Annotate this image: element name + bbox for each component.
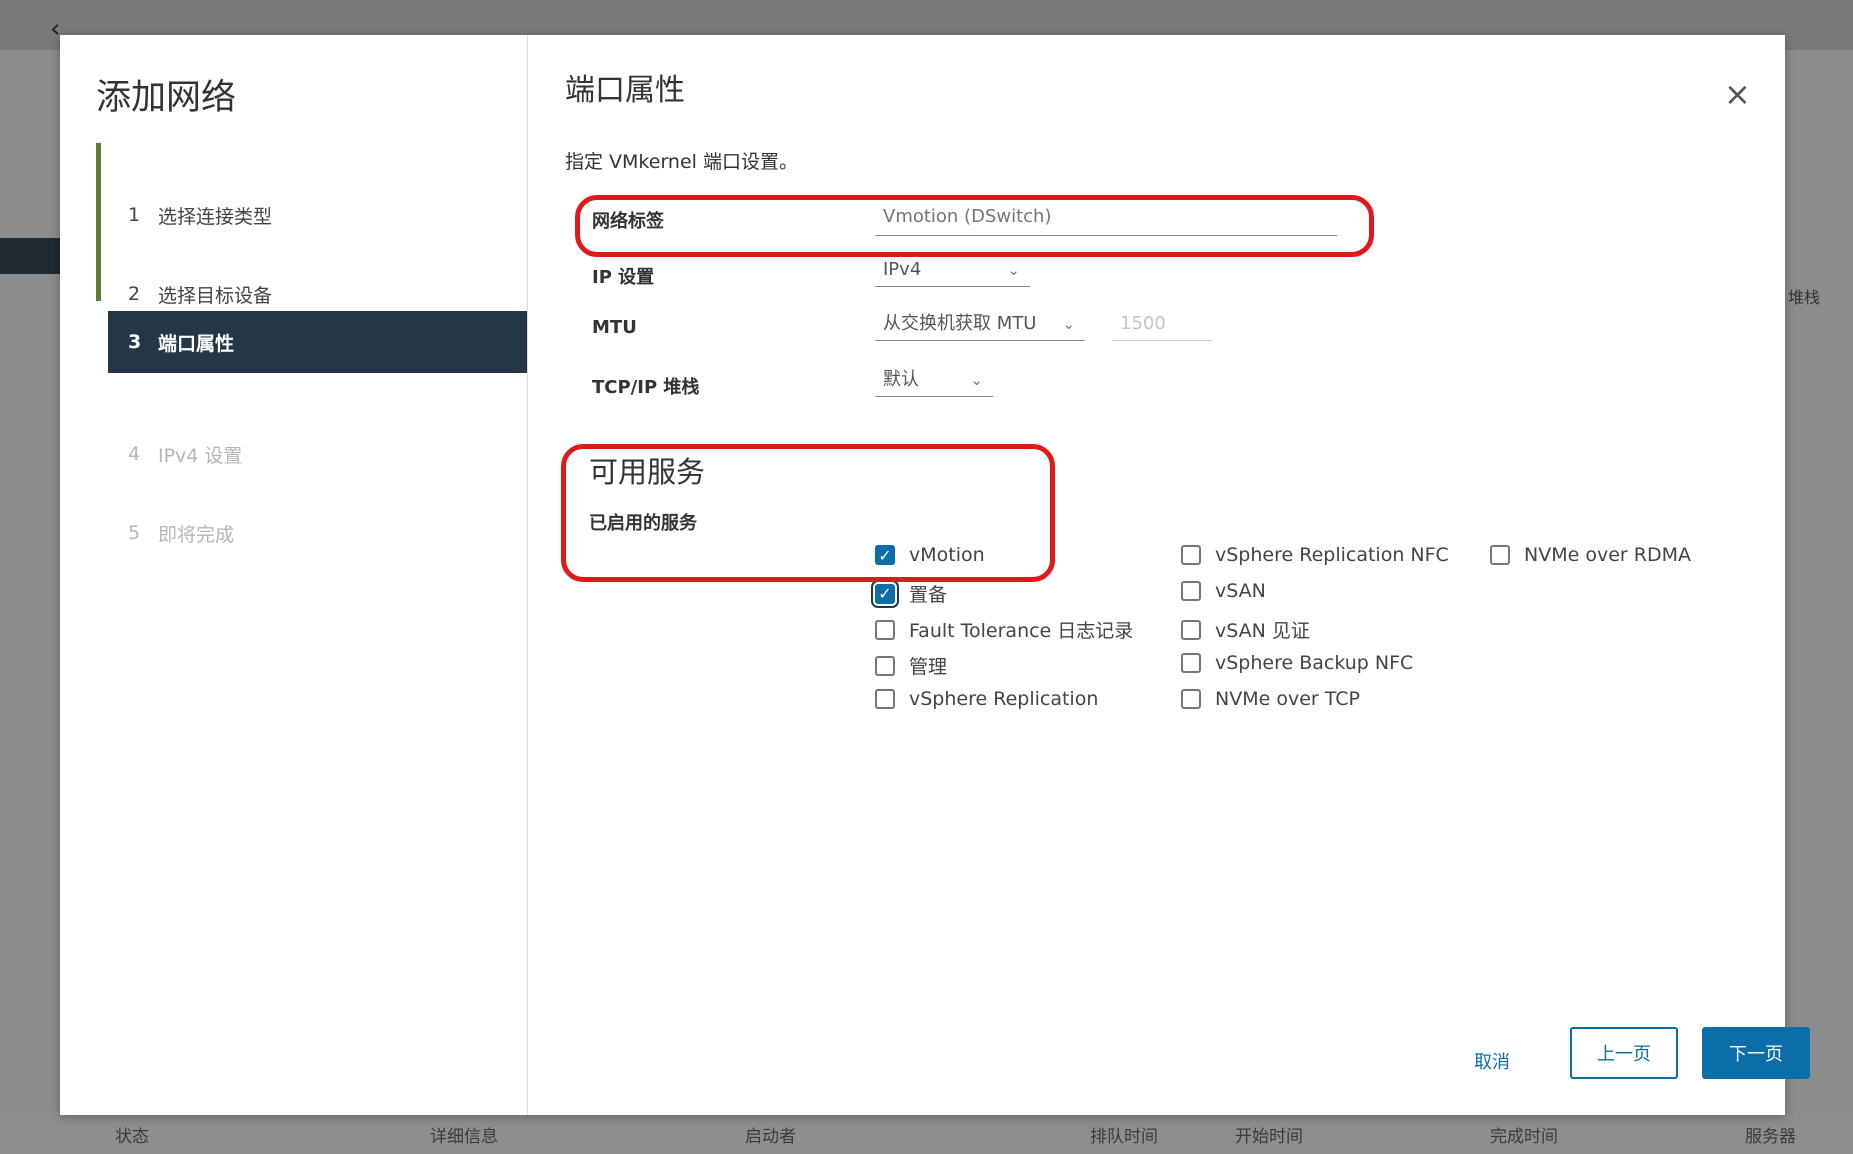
service-label: vSAN — [1215, 580, 1266, 602]
wizard-title: 添加网络 — [96, 78, 237, 118]
ip-settings-label: IP 设置 — [592, 267, 655, 288]
step-number: 3 — [128, 331, 142, 353]
service-label: vSphere Replication — [909, 688, 1099, 710]
tcpip-stack-value: 默认 — [883, 369, 919, 390]
service-nvme-over-rdma[interactable]: NVMe over RDMA — [1490, 544, 1691, 566]
back-button[interactable]: 上一页 — [1570, 1027, 1678, 1079]
checkbox-icon[interactable] — [1490, 545, 1510, 565]
close-icon[interactable]: × — [1724, 75, 1751, 113]
service-label: 置备 — [909, 584, 948, 606]
step-number: 5 — [128, 522, 141, 544]
step-number: 4 — [128, 443, 141, 465]
bg-col-status: 状态 — [115, 1127, 149, 1147]
service-label: vSAN 见证 — [1215, 620, 1310, 642]
checkbox-icon[interactable] — [1181, 545, 1201, 565]
page-title: 端口属性 — [565, 73, 685, 108]
background-dark-strip — [0, 238, 60, 274]
chevron-down-icon: ⌄ — [1007, 261, 1020, 279]
service-fault-tolerance[interactable]: Fault Tolerance 日志记录 — [875, 616, 1133, 643]
completed-steps-indicator — [96, 143, 101, 301]
ip-settings-value: IPv4 — [883, 259, 922, 280]
background-task-table-header: 状态 详细信息 启动者 排队时间 开始时间 完成时间 服务器 — [0, 1112, 1853, 1154]
step-label: 即将完成 — [158, 523, 235, 546]
service-label: Fault Tolerance 日志记录 — [909, 620, 1134, 642]
checkbox-icon[interactable] — [1181, 619, 1201, 640]
step-label: 选择连接类型 — [158, 205, 273, 228]
chevron-down-icon: ⌄ — [1062, 315, 1075, 333]
step-select-connection-type[interactable]: 1 选择连接类型 — [108, 184, 527, 246]
service-provisioning[interactable]: ✓ 置备 — [875, 580, 947, 607]
service-management[interactable]: 管理 — [875, 652, 947, 679]
step-port-properties[interactable]: 3 端口属性 — [108, 311, 527, 373]
bg-col-queued: 排队时间 — [1090, 1127, 1158, 1147]
service-label: NVMe over TCP — [1215, 688, 1360, 710]
step-number: 1 — [128, 204, 141, 226]
checkbox-icon[interactable] — [1181, 581, 1201, 601]
checkbox-checked-icon[interactable]: ✓ — [875, 583, 895, 604]
checkbox-icon[interactable] — [875, 689, 895, 709]
bg-col-end: 完成时间 — [1490, 1127, 1558, 1147]
bg-col-server: 服务器 — [1745, 1127, 1796, 1147]
service-label: NVMe over RDMA — [1524, 544, 1691, 566]
step-ipv4-settings: 4 IPv4 设置 — [108, 423, 527, 485]
annotation-network-label-highlight — [575, 195, 1374, 257]
chevron-down-icon: ⌄ — [970, 371, 983, 389]
annotation-services-highlight — [561, 444, 1055, 582]
bg-col-start: 开始时间 — [1235, 1127, 1303, 1147]
wizard-sidebar: 添加网络 1 选择连接类型 2 选择目标设备 3 端口属性 4 IPv4 设置 … — [60, 35, 528, 1115]
next-button[interactable]: 下一页 — [1702, 1027, 1810, 1079]
step-number: 2 — [128, 283, 141, 305]
checkbox-icon[interactable] — [875, 619, 895, 640]
checkbox-icon[interactable] — [1181, 653, 1201, 673]
checkbox-icon[interactable] — [1181, 689, 1201, 709]
mtu-value-input: 1500 — [1112, 307, 1212, 341]
service-vsphere-replication-nfc[interactable]: vSphere Replication NFC — [1181, 544, 1449, 566]
page-description: 指定 VMkernel 端口设置。 — [565, 151, 798, 173]
bg-col-details: 详细信息 — [430, 1127, 498, 1147]
cancel-button[interactable]: 取消 — [1447, 1035, 1537, 1087]
step-label: IPv4 设置 — [158, 444, 243, 467]
service-vsan[interactable]: vSAN — [1181, 580, 1266, 602]
service-nvme-over-tcp[interactable]: NVMe over TCP — [1181, 688, 1360, 710]
mtu-number: 1500 — [1120, 313, 1166, 334]
tcpip-stack-label: TCP/IP 堆栈 — [592, 377, 700, 398]
service-vsan-witness[interactable]: vSAN 见证 — [1181, 616, 1310, 643]
service-label: 管理 — [909, 656, 948, 678]
back-arrow-icon: ‹ — [50, 14, 61, 44]
service-vsphere-backup-nfc[interactable]: vSphere Backup NFC — [1181, 652, 1413, 674]
checkbox-icon[interactable] — [875, 655, 895, 676]
service-vsphere-replication[interactable]: vSphere Replication — [875, 688, 1098, 710]
step-label: 端口属性 — [158, 332, 235, 355]
tcpip-stack-select[interactable]: 默认 ⌄ — [875, 363, 993, 397]
background-column-label: 堆栈 — [1788, 288, 1821, 307]
step-label: 选择目标设备 — [158, 284, 273, 307]
bg-col-initiator: 启动者 — [745, 1127, 796, 1147]
mtu-mode-select[interactable]: 从交换机获取 MTU ⌄ — [875, 307, 1085, 341]
mtu-label: MTU — [592, 317, 637, 338]
service-label: vSphere Backup NFC — [1215, 652, 1414, 674]
step-ready-to-complete: 5 即将完成 — [108, 502, 527, 564]
mtu-mode-value: 从交换机获取 MTU — [883, 313, 1037, 334]
service-label: vSphere Replication NFC — [1215, 544, 1449, 566]
ip-settings-select[interactable]: IPv4 ⌄ — [875, 253, 1030, 287]
